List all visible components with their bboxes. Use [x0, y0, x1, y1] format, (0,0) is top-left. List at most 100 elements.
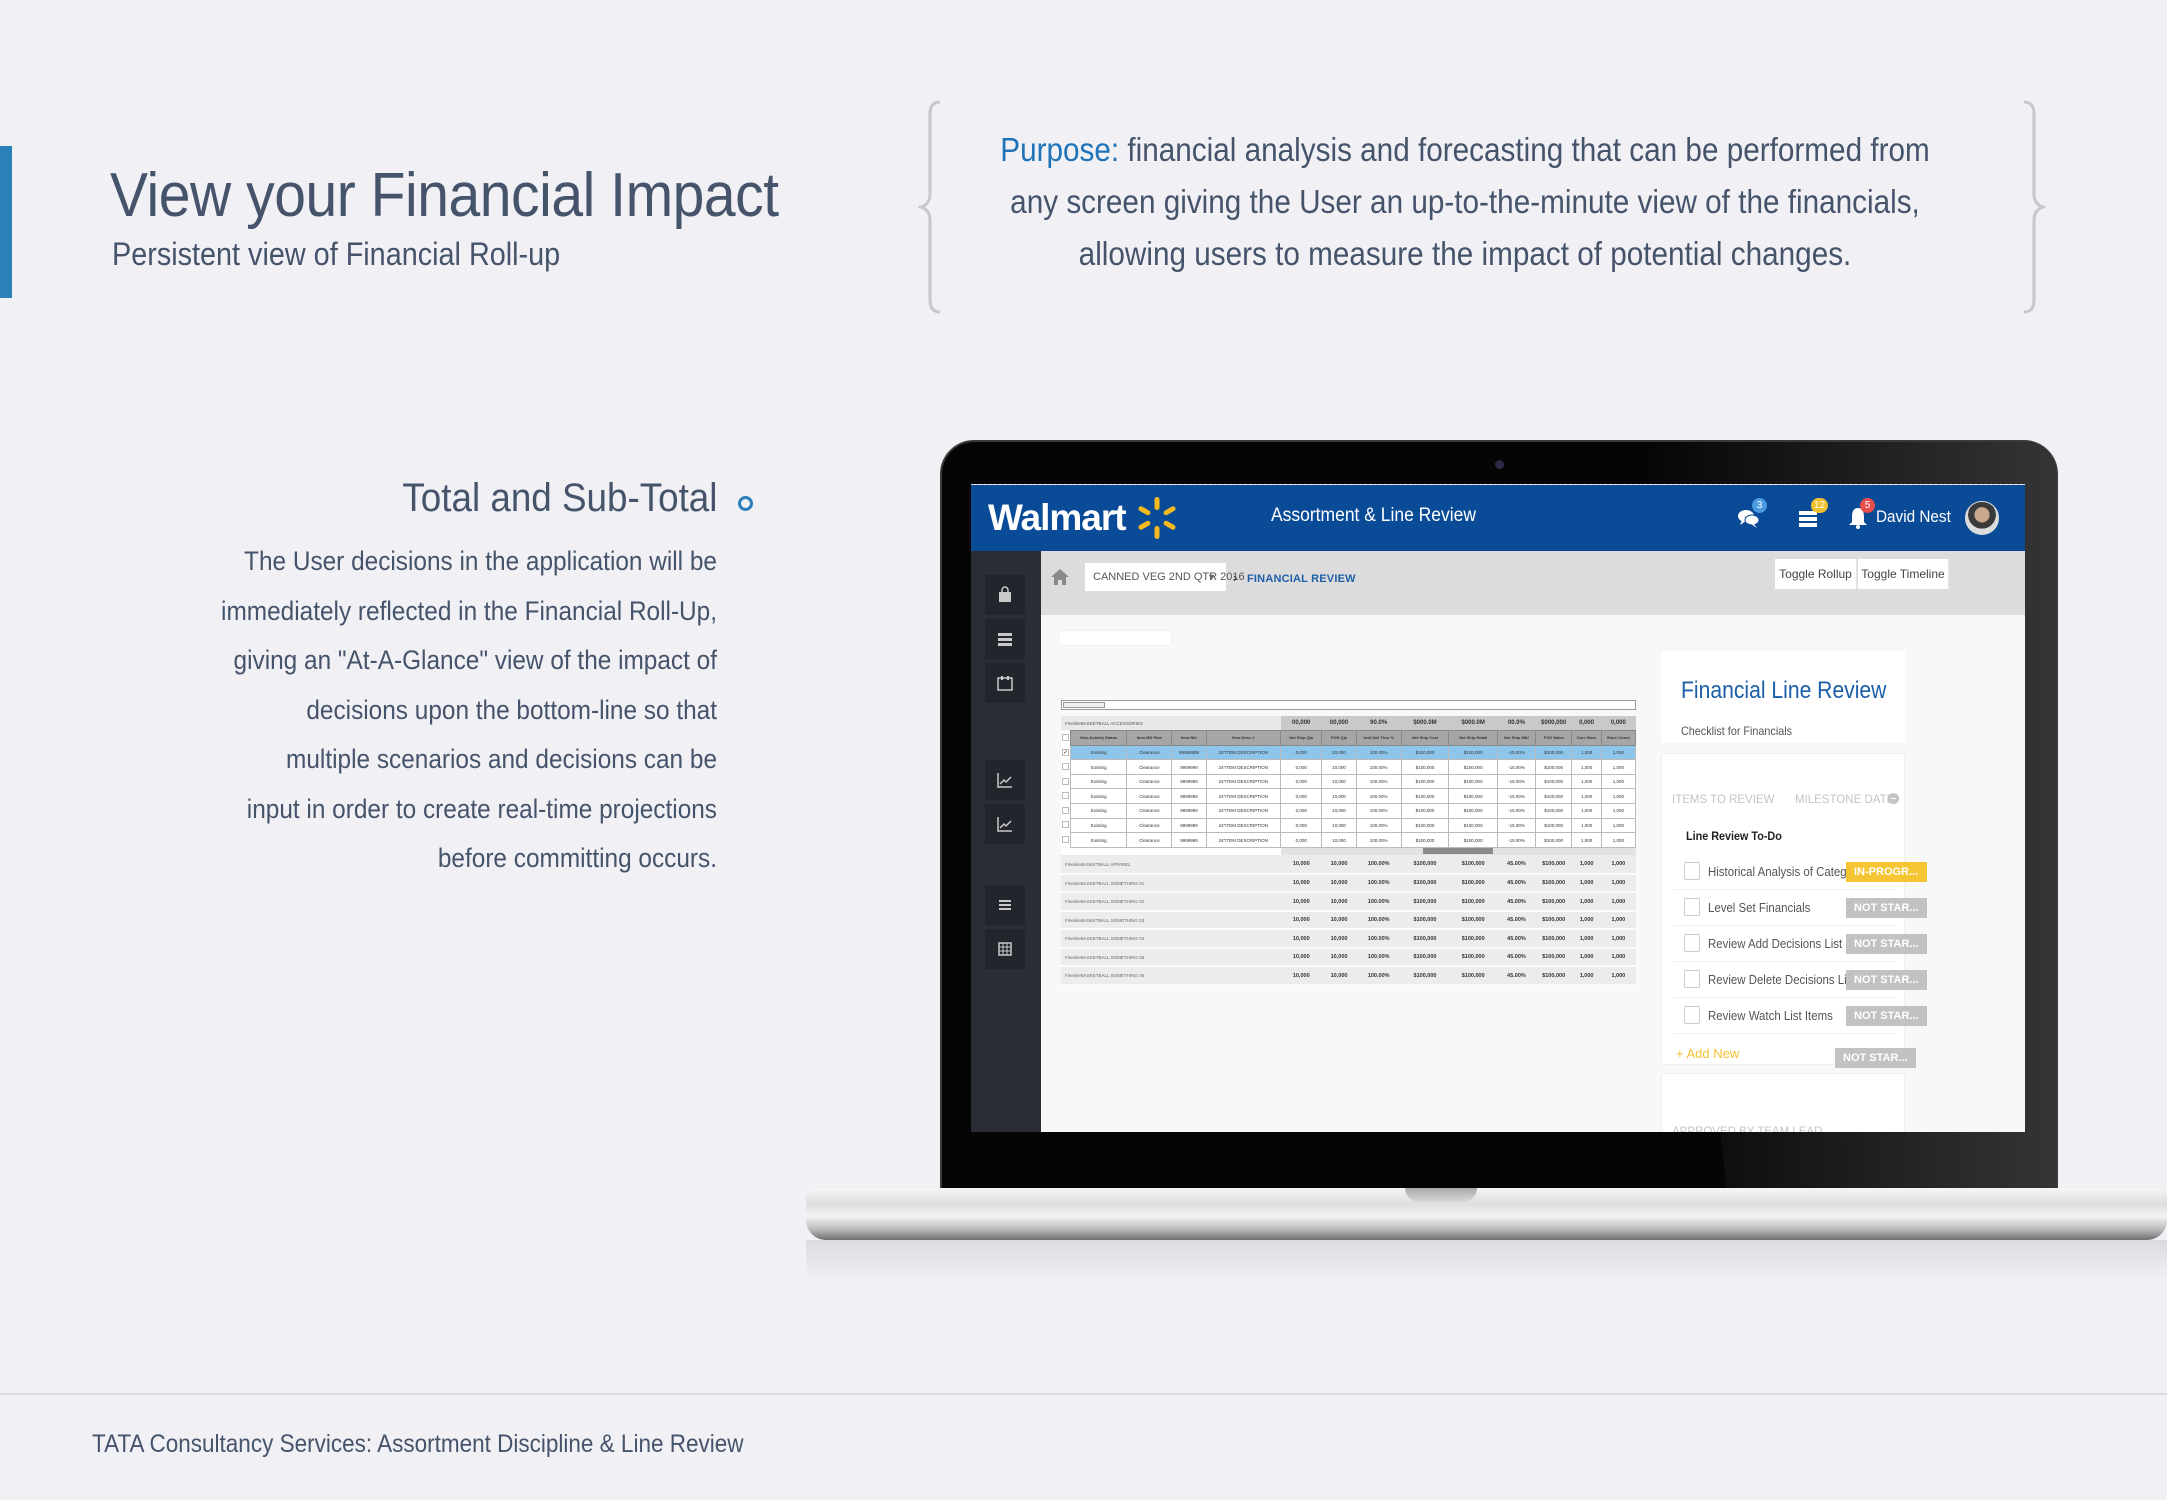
table-row[interactable]: Existing Clearance 9999999 24"ITEM DESCRIPT… — [1061, 788, 1637, 805]
todo-checkbox[interactable] — [1684, 934, 1700, 952]
table-row[interactable]: Existing Clearance 9999999 24"ITEM DESCRIPT… — [1061, 773, 1637, 790]
column-header[interactable]: Net Ship IMU — [1497, 730, 1536, 746]
user-name[interactable]: David Nest — [1876, 507, 1951, 527]
todo-checkbox[interactable] — [1684, 862, 1700, 880]
horizontal-scrollbar[interactable] — [1280, 847, 1636, 856]
table-cell: 9999999 — [1171, 788, 1207, 805]
table-grid-icon — [998, 942, 1012, 956]
todo-item[interactable]: Historical Analysis of Category IN-PROGR.… — [1674, 854, 1927, 890]
row-checkbox[interactable] — [1062, 792, 1070, 800]
sidebar-item-trend[interactable] — [985, 760, 1025, 800]
row-checkbox-cell[interactable] — [1061, 803, 1071, 819]
subtotal-name: FinelineBASKETBALL SOMETHING 01 — [1061, 873, 1281, 894]
column-header[interactable]: Net Ship Retail — [1448, 730, 1499, 746]
table-cell: 1,000 — [1571, 788, 1602, 805]
column-header[interactable]: POS Sales — [1534, 730, 1573, 746]
subtotal-value: $100,000 — [1401, 929, 1449, 949]
group-row[interactable]: FinelineBASKETBALL ACCESSORIES 00,000 00,0… — [1061, 716, 1636, 731]
column-header[interactable]: Net Ship Cost — [1400, 730, 1450, 746]
subtotal-row[interactable]: FinelineBASKETBALL SOMETHING 03 10,000 10,… — [1061, 910, 1636, 931]
grid-filter-bar[interactable] — [1061, 700, 1636, 710]
table-cell: 1,000 — [1600, 759, 1637, 775]
sidebar-item-assortment[interactable] — [985, 575, 1025, 615]
row-checkbox-cell[interactable] — [1061, 818, 1071, 833]
row-checkbox[interactable] — [1062, 777, 1070, 785]
table-row[interactable]: Existing Clearance 9999999 24"ITEM DESCRIPT… — [1061, 803, 1637, 819]
table-cell: 0,000 — [1279, 773, 1323, 790]
subtotal-row[interactable]: FinelineBASKETBALL SOMETHING 01 10,000 10,… — [1061, 873, 1636, 894]
row-checkbox[interactable] — [1062, 821, 1070, 829]
sidebar-item-calendar[interactable] — [985, 663, 1025, 703]
table-cell: $100,000 — [1448, 832, 1499, 848]
column-header[interactable]: Item Desc 1 — [1205, 730, 1282, 746]
subtotal-value: 100.00% — [1356, 910, 1402, 931]
todo-checkbox[interactable] — [1684, 970, 1700, 988]
subtotal-row[interactable]: FinelineBASKETBALL SOMETHING 02 10,000 10,… — [1061, 892, 1636, 912]
select-all-checkbox[interactable] — [1061, 730, 1071, 746]
add-new-button[interactable]: + Add New — [1676, 1046, 1739, 1061]
sidebar-item-list[interactable] — [985, 619, 1025, 659]
column-header[interactable]: Net Ship Qty — [1279, 730, 1323, 746]
column-header[interactable]: Unit Sell Thru % — [1355, 730, 1402, 746]
scrollbar-thumb[interactable] — [1423, 848, 1493, 855]
todo-item[interactable]: Review Delete Decisions List NOT STAR... — [1674, 962, 1927, 998]
sidebar-item-menu[interactable] — [985, 885, 1025, 925]
todo-checkbox[interactable] — [1684, 1006, 1700, 1024]
row-checkbox-cell[interactable]: ✓ — [1061, 745, 1071, 760]
table-row[interactable]: Existing Clearance 9999999 24"ITEM DESCRIPT… — [1061, 817, 1637, 834]
scenario-select[interactable]: CANNED VEG 2ND QTR 2016 ▼ — [1085, 563, 1245, 591]
checkbox[interactable] — [1062, 733, 1070, 741]
todo-item[interactable]: Level Set Financials NOT STAR... — [1674, 890, 1927, 926]
table-row[interactable]: Existing Clearance 9999999 24"ITEM DESCRIPT… — [1061, 759, 1637, 775]
table-cell: 1,000 — [1600, 832, 1637, 848]
row-checkbox[interactable]: ✓ — [1062, 748, 1070, 756]
breadcrumb-current[interactable]: FINANCIAL REVIEW — [1247, 573, 1356, 585]
todo-item[interactable]: Review Add Decisions List NOT STAR... — [1674, 926, 1927, 962]
subtotal-value: 1,000 — [1571, 966, 1602, 986]
column-header[interactable]: Store Count — [1600, 730, 1637, 746]
subtotal-value: 45.00% — [1497, 892, 1536, 912]
row-checkbox-cell[interactable] — [1061, 832, 1071, 848]
row-checkbox-cell[interactable] — [1061, 759, 1071, 775]
todo-label: Level Set Financials — [1708, 900, 1811, 915]
column-header-row: Item Activity Status Item MD Plan Item Nbr… — [1061, 730, 1637, 746]
table-cell: 0,000 — [1279, 832, 1323, 848]
toggle-rollup-button[interactable]: Toggle Rollup — [1775, 559, 1857, 589]
row-checkbox[interactable] — [1062, 836, 1070, 844]
table-cell: $100,000 — [1448, 759, 1499, 775]
approved-by-header: APPROVED BY TEAM LEAD — [1672, 1126, 1823, 1132]
column-header[interactable]: Item Activity Status — [1070, 730, 1128, 746]
sidebar-item-trend-2[interactable] — [985, 804, 1025, 844]
table-cell: 24"ITEM DESCRIPTION — [1205, 832, 1282, 848]
column-header[interactable]: Curr Stars — [1571, 730, 1602, 746]
row-checkbox[interactable] — [1062, 806, 1070, 814]
subtotal-row[interactable]: FinelineBASKETBALL SOMETHING 06 10,000 10,… — [1061, 966, 1636, 986]
home-icon[interactable] — [1049, 567, 1071, 587]
toggle-timeline-button[interactable]: Toggle Timeline — [1858, 559, 1949, 589]
todo-checkbox[interactable] — [1684, 898, 1700, 916]
subtotal-value: $100,000 — [1401, 873, 1449, 894]
subtotal-row[interactable]: FinelineBASKETBALL SOMETHING 04 10,000 10,… — [1061, 929, 1636, 949]
table-cell: 100.00% — [1355, 759, 1402, 775]
row-checkbox-cell[interactable] — [1061, 774, 1071, 789]
subtotal-row[interactable]: FinelineBASKETBALL APPAREL 10,000 10,000 10… — [1061, 855, 1636, 875]
scroll-spacer — [1061, 847, 1281, 856]
table-row[interactable]: ✓ Existing Clearance 99999999 24"ITEM DESCRI… — [1061, 744, 1637, 761]
todo-item[interactable]: Review Watch List Items NOT STAR... — [1674, 998, 1927, 1034]
avatar[interactable] — [1965, 501, 1999, 535]
table-row[interactable]: Existing Clearance 9999999 24"ITEM DESCRIPT… — [1061, 832, 1637, 848]
subtotal-value: 1,000 — [1571, 929, 1602, 949]
column-header[interactable]: Item Nbr — [1171, 730, 1207, 746]
subtotal-row[interactable]: FinelineBASKETBALL SOMETHING 05 10,000 10,… — [1061, 947, 1636, 968]
column-header[interactable]: POS Qty — [1321, 730, 1357, 746]
row-checkbox[interactable] — [1062, 763, 1070, 771]
filter-chip[interactable] — [1063, 702, 1105, 708]
search-input[interactable] — [1059, 631, 1171, 645]
collapse-icon[interactable] — [1888, 793, 1899, 804]
subtotal-value: 1,000 — [1601, 873, 1636, 894]
row-checkbox-cell[interactable] — [1061, 788, 1071, 804]
sidebar-item-table[interactable] — [985, 929, 1025, 969]
column-header[interactable]: Item MD Plan — [1126, 730, 1173, 746]
walmart-logo[interactable]: Walmart — [988, 497, 1127, 539]
table-cell: 1,000 — [1600, 773, 1637, 790]
